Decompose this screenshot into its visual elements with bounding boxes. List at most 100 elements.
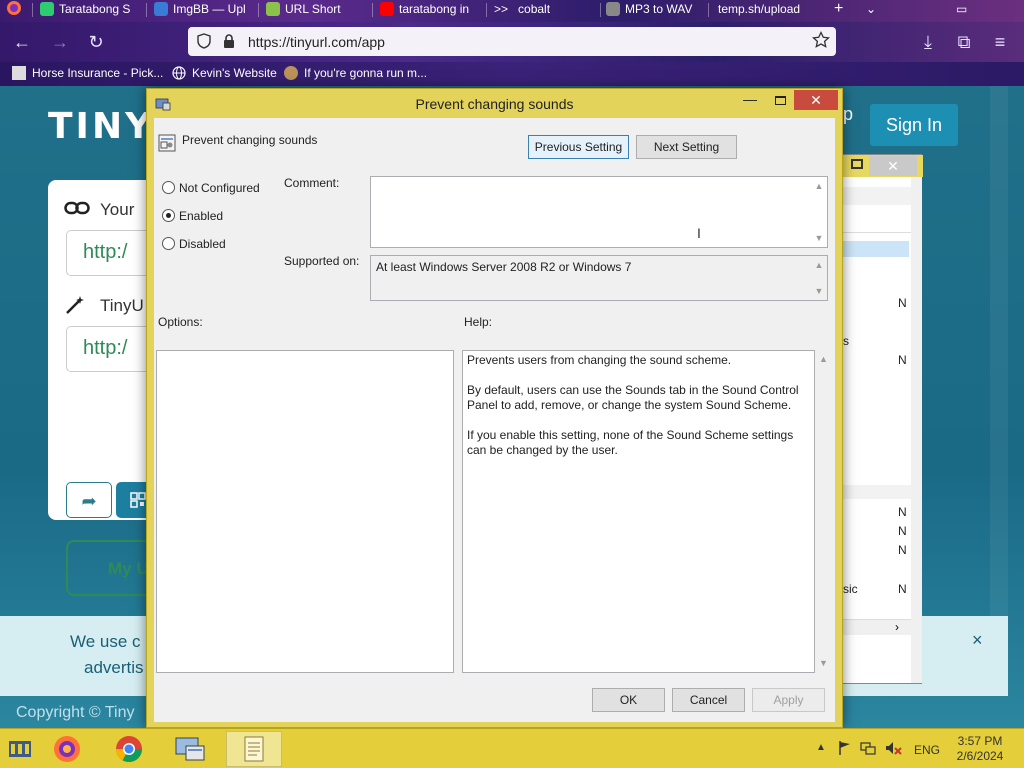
radio-not-configured-label[interactable]: Not Configured — [179, 181, 260, 195]
radio-not-configured[interactable] — [162, 181, 175, 194]
radio-enabled[interactable] — [162, 209, 175, 222]
address-bar[interactable]: https://tinyurl.com/app — [188, 27, 836, 56]
taskbar-firefox[interactable] — [42, 731, 92, 767]
table-row[interactable]: N — [843, 540, 911, 560]
reload-icon[interactable]: ↻ — [84, 30, 108, 54]
taskbar-chrome[interactable] — [104, 731, 154, 767]
tab-temp-sh[interactable]: temp.sh/upload — [718, 0, 814, 22]
policy-setting-dialog: Prevent changing sounds — ✕ Prevent chan… — [146, 88, 843, 728]
horizontal-scrollbar[interactable]: › — [843, 619, 911, 635]
scroll-up-icon[interactable]: ▲ — [814, 260, 824, 270]
table-row[interactable]: N — [843, 502, 911, 522]
back-arrow-icon[interactable]: ← — [10, 30, 34, 54]
url-text[interactable]: https://tinyurl.com/app — [248, 34, 385, 50]
table-row[interactable]: N — [843, 293, 911, 313]
clock-time: 3:57 PM — [957, 734, 1003, 748]
table-row[interactable]: sic N — [843, 579, 911, 599]
comment-textarea[interactable]: ▲ ▼ I — [370, 176, 828, 248]
cobalt-icon: >> — [494, 2, 509, 16]
show-hidden-icons-chevron-icon[interactable]: ▲ — [816, 742, 826, 753]
share-arrow-icon[interactable]: ➦ — [66, 482, 112, 518]
tab-taratabong[interactable]: Taratabong S — [40, 0, 140, 22]
copyright-text: Copyright © Tiny — [16, 704, 135, 721]
dialog-body: Prevent changing sounds Previous Setting… — [154, 118, 835, 722]
shield-icon[interactable] — [196, 33, 212, 52]
table-row[interactable]: N — [843, 350, 911, 370]
ok-button[interactable]: OK — [592, 688, 665, 712]
action-center-flag-icon[interactable] — [838, 740, 852, 759]
taskbar-notepad[interactable] — [226, 731, 282, 767]
maximize-icon[interactable] — [851, 159, 863, 169]
bookmark-kevins-website[interactable]: Kevin's Website — [172, 66, 277, 80]
new-tab-plus-icon[interactable]: + — [834, 0, 850, 22]
maximize-icon[interactable] — [767, 91, 793, 113]
tab-favicon-icon — [266, 2, 280, 16]
page-scrollbar[interactable] — [990, 86, 1008, 616]
sign-in-button[interactable]: Sign In — [870, 104, 958, 146]
group-policy-editor-window: ✕ N s N N N N sic N › — [842, 154, 923, 684]
tab-imgbb[interactable]: ImgBB — Upl — [154, 0, 254, 22]
tinyurl-logo[interactable]: TINY — [48, 106, 154, 147]
scroll-up-icon[interactable]: ▲ — [814, 181, 824, 191]
comment-scrollbar[interactable]: ▲ ▼ — [811, 177, 827, 247]
supported-on-field: At least Windows Server 2008 R2 or Windo… — [370, 255, 828, 301]
window-restore-icon[interactable]: ▭ — [956, 0, 972, 22]
cancel-button[interactable]: Cancel — [672, 688, 745, 712]
tab-cobalt[interactable]: >> cobalt — [494, 0, 594, 22]
lock-icon[interactable] — [222, 33, 236, 52]
long-url-label: Your — [100, 200, 135, 219]
forward-arrow-icon[interactable]: → — [48, 30, 72, 54]
radio-disabled[interactable] — [162, 237, 175, 250]
bookmark-star-icon[interactable] — [811, 30, 831, 52]
tab-url-shortener[interactable]: URL Short — [266, 0, 346, 22]
taskbar-group-policy[interactable] — [166, 731, 216, 767]
bookmark-favicon-icon — [284, 66, 298, 80]
cookie-text-line-1: We use c — [70, 632, 141, 651]
bookmark-horse-insurance[interactable]: Horse Insurance - Pick... — [12, 66, 163, 80]
tab-youtube[interactable]: taratabong in — [380, 0, 480, 22]
volume-muted-icon[interactable] — [884, 740, 902, 759]
bookmark-if-youre-gonna[interactable]: If you're gonna run m... — [284, 66, 427, 80]
table-row[interactable]: N — [843, 521, 911, 541]
long-url-input[interactable]: http:/ — [66, 230, 158, 276]
scroll-up-icon[interactable]: ▲ — [819, 354, 828, 364]
input-language[interactable]: ENG — [914, 743, 940, 757]
scroll-down-icon[interactable]: ▼ — [814, 286, 824, 296]
firefox-menu-icon[interactable] — [6, 0, 26, 22]
options-label: Options: — [158, 315, 203, 329]
close-icon[interactable]: ✕ — [869, 156, 917, 176]
previous-setting-button[interactable]: Previous Setting — [528, 135, 629, 159]
taskbar: ▲ ENG 3:57 PM 2/6/2024 — [0, 728, 1024, 768]
apply-button[interactable]: Apply — [752, 688, 825, 712]
cookie-close-icon[interactable]: × — [972, 630, 983, 651]
start-button[interactable] — [2, 731, 38, 767]
help-pane: Prevents users from changing the sound s… — [462, 350, 815, 673]
gp-vertical-scrollbar[interactable] — [911, 177, 922, 683]
magic-wand-icon — [64, 294, 86, 319]
notepad-icon — [244, 736, 264, 762]
next-setting-button[interactable]: Next Setting — [636, 135, 737, 159]
menu-hamburger-icon[interactable]: ≡ — [988, 30, 1012, 54]
my-urls-button[interactable]: My U — [66, 540, 158, 596]
tab-list-chevron-icon[interactable]: ⌄ — [866, 0, 882, 22]
scroll-right-icon[interactable]: › — [895, 620, 899, 634]
youtube-icon — [380, 2, 394, 16]
bookmark-favicon-icon — [12, 66, 26, 80]
tinyurl-input[interactable]: http:/ — [66, 326, 158, 372]
scroll-down-icon[interactable]: ▼ — [814, 233, 824, 243]
supported-scrollbar[interactable]: ▲ ▼ — [811, 256, 827, 300]
tab-mp3-to-wav[interactable]: MP3 to WAV — [606, 0, 702, 22]
extensions-icon[interactable]: ⧉ — [952, 30, 976, 54]
gp-selected-row[interactable] — [843, 241, 909, 257]
downloads-icon[interactable]: ⤓ — [916, 30, 940, 54]
tinyurl-label: TinyU — [100, 296, 144, 315]
clock[interactable]: 3:57 PM 2/6/2024 — [950, 734, 1010, 764]
radio-disabled-label[interactable]: Disabled — [179, 237, 226, 251]
minimize-icon[interactable]: — — [737, 91, 763, 113]
table-row[interactable]: s — [843, 331, 911, 351]
help-scrollbar[interactable]: ▲ ▼ — [816, 350, 832, 673]
network-icon[interactable] — [860, 740, 876, 759]
close-icon[interactable]: ✕ — [794, 90, 838, 110]
scroll-down-icon[interactable]: ▼ — [819, 658, 828, 668]
radio-enabled-label[interactable]: Enabled — [179, 209, 223, 223]
